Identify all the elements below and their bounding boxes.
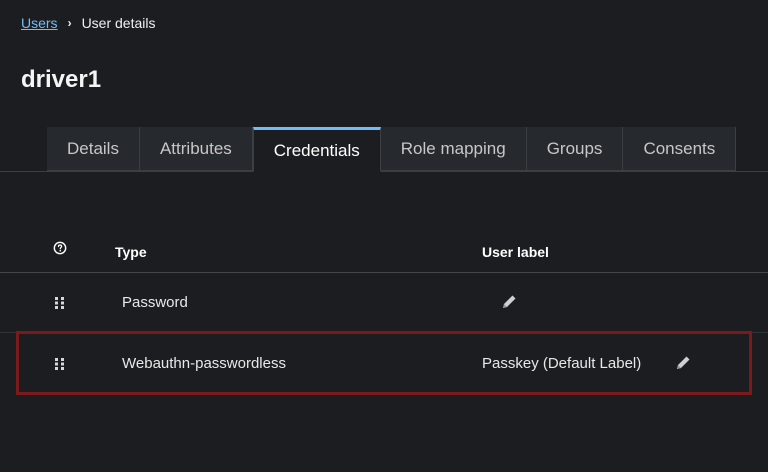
tab-role-mapping[interactable]: Role mapping [380,127,527,171]
tab-groups[interactable]: Groups [526,127,624,171]
help-circle-icon[interactable] [53,241,67,255]
tab-bar: Details Attributes Credentials Role mapp… [47,127,737,172]
tab-consents[interactable]: Consents [623,127,737,171]
table-row: Password [0,273,768,333]
table-row: Webauthn-passwordless Passkey (Default L… [0,334,768,393]
credential-type: Password [122,294,188,311]
grip-vertical-icon[interactable] [54,296,66,310]
pencil-icon[interactable] [674,354,692,372]
tab-attributes[interactable]: Attributes [139,127,253,171]
pencil-icon[interactable] [500,293,518,311]
column-header-type: Type [115,244,147,260]
breadcrumb-separator: › [67,16,72,30]
breadcrumb-current: User details [81,15,156,31]
tab-details[interactable]: Details [47,127,140,171]
breadcrumb-users-link[interactable]: Users [21,15,58,31]
credential-user-label: Passkey (Default Label) [482,355,642,372]
page-title: driver1 [21,66,102,93]
tab-credentials[interactable]: Credentials [252,127,381,172]
credential-type: Webauthn-passwordless [122,355,286,372]
credentials-table-header: Type User label [0,232,768,273]
breadcrumb: Users › User details [21,15,155,31]
grip-vertical-icon[interactable] [54,357,66,371]
column-header-user-label: User label [482,244,549,260]
